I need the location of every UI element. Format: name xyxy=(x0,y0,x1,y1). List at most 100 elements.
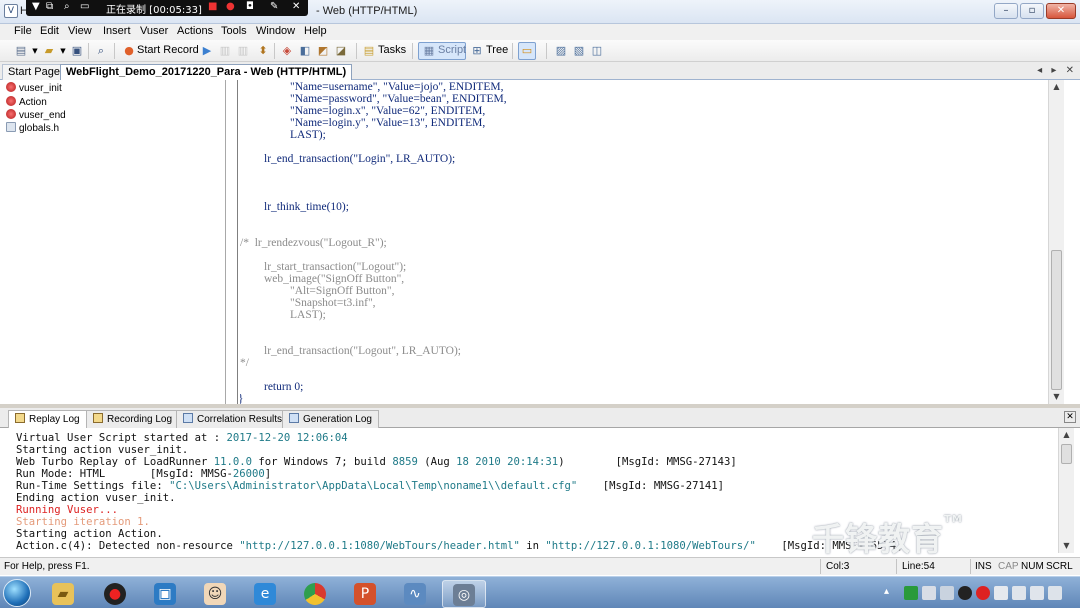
scroll-up-icon[interactable]: ▲ xyxy=(1049,80,1064,94)
script-editor[interactable]: "Name=username", "Value=jojo", ENDITEM, … xyxy=(226,80,1064,404)
log-line: Running Vuser... xyxy=(16,504,119,516)
tray-app-icon[interactable] xyxy=(922,586,936,600)
tab-correlation-results[interactable]: Correlation Results xyxy=(176,410,290,428)
close-output-icon[interactable]: ✕ xyxy=(1064,411,1076,423)
menu-view[interactable]: View xyxy=(68,25,92,37)
scroll-thumb[interactable] xyxy=(1061,444,1072,464)
tray-record-icon[interactable] xyxy=(958,586,972,600)
tray-network-icon[interactable] xyxy=(1012,586,1026,600)
menu-vuser[interactable]: Vuser xyxy=(140,25,168,37)
status-divider xyxy=(970,559,971,574)
tab-right-icon[interactable]: ▸ xyxy=(1051,65,1056,76)
taskbar-explorer[interactable]: ▰ xyxy=(42,580,86,608)
search-icon[interactable]: ⌕ xyxy=(64,1,70,12)
menu-file[interactable]: File xyxy=(14,25,32,37)
dropdown-arrow-icon[interactable]: ▼ xyxy=(56,44,70,58)
breakpoint-icon[interactable]: ◈ xyxy=(280,44,294,58)
menu-arrow-icon[interactable]: ▼ xyxy=(32,1,40,12)
save-icon[interactable]: ▣ xyxy=(70,44,84,58)
document-tabs: Start Page WebFlight_Demo_20171220_Para … xyxy=(0,62,1080,80)
tray-expand-icon[interactable]: ▴ xyxy=(884,586,898,600)
new-script-icon[interactable]: ▤ xyxy=(14,44,28,58)
maximize-button[interactable]: ▫ xyxy=(1020,3,1044,19)
pause-icon[interactable]: ▥ xyxy=(236,44,250,58)
start-button[interactable] xyxy=(3,579,31,607)
tray-app-icon[interactable] xyxy=(940,586,954,600)
taskbar-loadrunner[interactable]: ◎ xyxy=(442,580,486,608)
taskbar-ie[interactable]: e xyxy=(244,580,288,608)
taskbar: ▰ ● ▣ ☺ e P ∿ ◎ ▴ xyxy=(0,576,1080,608)
window-restore-icon[interactable]: ⧉ xyxy=(46,1,53,12)
swirl-icon: ∿ xyxy=(404,583,426,605)
compile-icon[interactable]: ⬍ xyxy=(256,44,270,58)
scroll-up-icon[interactable]: ▲ xyxy=(1059,428,1074,442)
stop-icon[interactable]: ■ xyxy=(208,1,217,12)
code-line: "Name=login.y", "Value=13", ENDITEM, xyxy=(290,117,486,129)
bookmark-icon[interactable]: ◧ xyxy=(298,44,312,58)
record-icon[interactable]: ● xyxy=(226,1,235,12)
tray-excel-icon[interactable] xyxy=(904,586,918,600)
step-icon[interactable]: ▥ xyxy=(218,44,232,58)
editor-scrollbar[interactable]: ▲ ▼ xyxy=(1048,80,1064,404)
tab-start-page[interactable]: Start Page xyxy=(2,64,66,80)
cascade-icon[interactable]: ◫ xyxy=(590,44,604,58)
start-record-button[interactable]: Start Record xyxy=(137,44,199,56)
action-tree: vuser_init Action vuser_end globals.h xyxy=(0,80,226,404)
tab-left-icon[interactable]: ◂ xyxy=(1037,65,1042,76)
menu-edit[interactable]: Edit xyxy=(40,25,59,37)
scroll-down-icon[interactable]: ▼ xyxy=(1059,539,1074,553)
status-help: For Help, press F1. xyxy=(4,561,90,572)
taskbar-app-person[interactable]: ☺ xyxy=(194,580,238,608)
tasks-button[interactable]: Tasks xyxy=(378,44,406,56)
snapshot-icon[interactable]: ▨ xyxy=(554,44,568,58)
close-window-button[interactable]: ✕ xyxy=(1046,3,1076,19)
tree-view-icon[interactable]: ⊞ xyxy=(470,44,484,58)
taskbar-vugen[interactable]: ▣ xyxy=(144,580,188,608)
menu-insert[interactable]: Insert xyxy=(103,25,131,37)
options-icon[interactable]: ◪ xyxy=(334,44,348,58)
tray-app-icon[interactable] xyxy=(1048,586,1062,600)
tab-active-script[interactable]: WebFlight_Demo_20171220_Para - Web (HTTP… xyxy=(60,64,353,80)
taskbar-chrome[interactable] xyxy=(294,580,338,608)
menu-actions[interactable]: Actions xyxy=(177,25,213,37)
compare-icon[interactable]: ▧ xyxy=(572,44,586,58)
tray-app-icon[interactable] xyxy=(994,586,1008,600)
fullscreen-icon[interactable]: ▭ xyxy=(80,1,89,12)
taskbar-powerpoint[interactable]: P xyxy=(344,580,388,608)
scroll-thumb[interactable] xyxy=(1051,250,1062,390)
pen-icon[interactable]: ✎ xyxy=(270,1,278,12)
tab-recording-log[interactable]: Recording Log xyxy=(86,410,180,428)
dropdown-arrow-icon[interactable]: ▼ xyxy=(28,44,42,58)
code-line: return 0; xyxy=(264,381,304,393)
log-scrollbar[interactable]: ▲ ▼ xyxy=(1058,428,1074,553)
tasks-icon[interactable]: ▤ xyxy=(362,44,376,58)
scroll-down-icon[interactable]: ▼ xyxy=(1049,390,1064,404)
tree-item-vuser-end[interactable]: vuser_end xyxy=(6,109,66,122)
minimize-button[interactable]: – xyxy=(994,3,1018,19)
menu-tools[interactable]: Tools xyxy=(221,25,247,37)
menu-window[interactable]: Window xyxy=(256,25,295,37)
tree-item-action[interactable]: Action xyxy=(6,96,47,109)
find-icon[interactable]: ⌕ xyxy=(94,44,108,58)
menu-help[interactable]: Help xyxy=(304,25,327,37)
app-icon[interactable]: V xyxy=(4,4,18,18)
parameter-icon[interactable]: ◩ xyxy=(316,44,330,58)
tree-view-button[interactable]: Tree xyxy=(486,44,508,56)
run-icon[interactable]: ▶ xyxy=(200,44,214,58)
code-area[interactable]: "Name=username", "Value=jojo", ENDITEM, … xyxy=(240,80,1062,404)
tab-close-icon[interactable]: ✕ xyxy=(1066,65,1074,76)
menu-bar: File Edit View Insert Vuser Actions Tool… xyxy=(0,24,1080,40)
tab-generation-log[interactable]: Generation Log xyxy=(282,410,379,428)
open-folder-icon[interactable]: ▰ xyxy=(42,44,56,58)
tab-replay-log[interactable]: Replay Log xyxy=(8,410,87,428)
log-line: Run Mode: HTML [MsgId: MMSG-26000] xyxy=(16,468,272,480)
tray-volume-icon[interactable] xyxy=(1030,586,1044,600)
record-icon[interactable]: ● xyxy=(122,44,136,58)
close-icon[interactable]: ✕ xyxy=(292,1,300,12)
taskbar-app-swirl[interactable]: ∿ xyxy=(394,580,438,608)
tree-item-globals[interactable]: globals.h xyxy=(6,122,59,135)
camera-icon[interactable]: ◘ xyxy=(246,1,254,12)
tree-item-vuser-init[interactable]: vuser_init xyxy=(6,82,62,95)
taskbar-recorder[interactable]: ● xyxy=(94,580,138,608)
tray-stop-icon[interactable] xyxy=(976,586,990,600)
